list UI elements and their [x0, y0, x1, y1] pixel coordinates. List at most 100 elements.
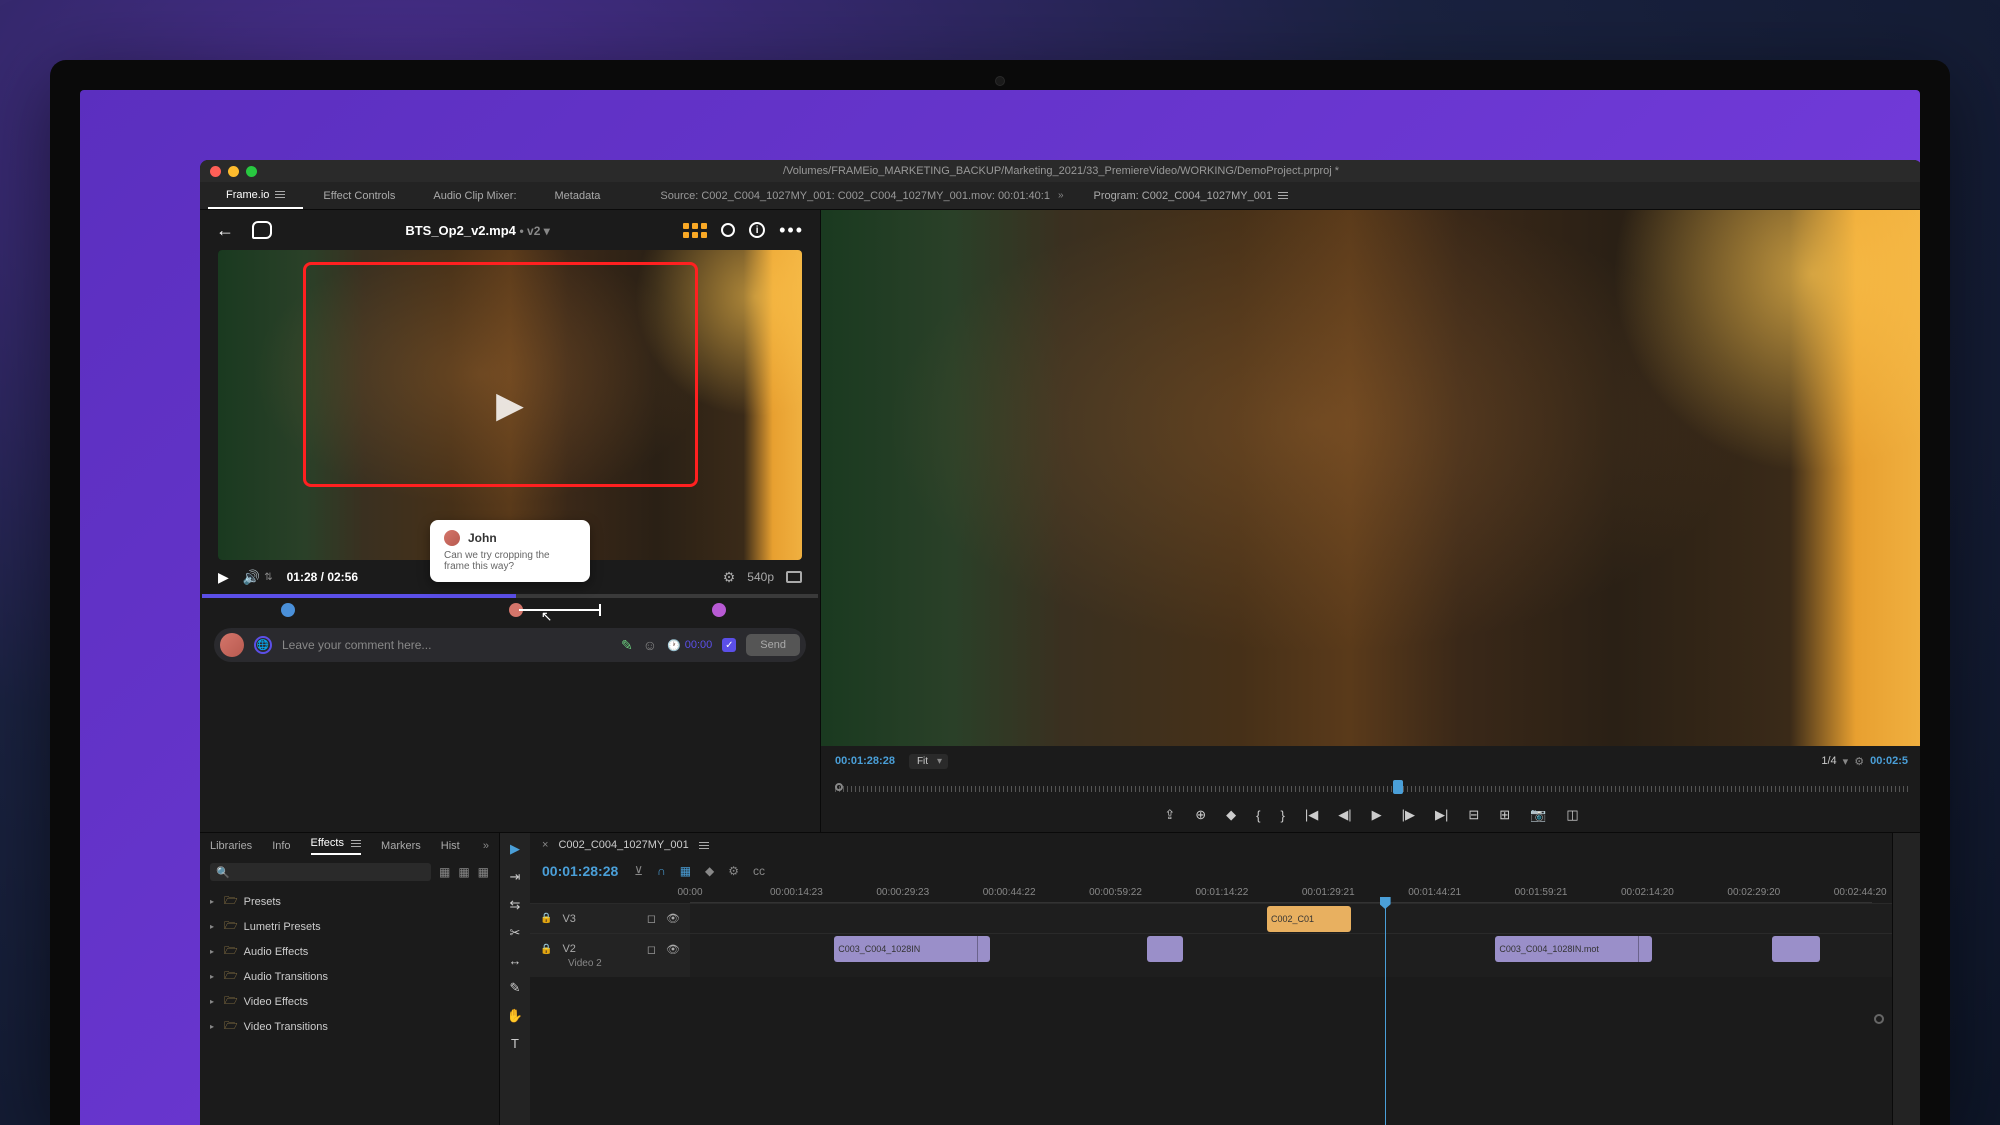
overflow-icon[interactable]: » — [483, 840, 489, 852]
video-clip[interactable]: C002_C01 — [1267, 906, 1351, 932]
program-timecode[interactable]: 00:01:28:28 — [835, 755, 895, 767]
mark-out-icon[interactable]: } — [1281, 808, 1285, 823]
tab-info[interactable]: Info — [272, 840, 290, 852]
tree-item-lumetri[interactable]: ▸🗁Lumetri Presets — [210, 914, 489, 939]
panel-menu-icon[interactable] — [699, 842, 709, 849]
toggle-sync-icon[interactable]: 👁 — [666, 943, 680, 956]
program-video[interactable] — [821, 210, 1920, 746]
razor-tool-icon[interactable]: ✂ — [510, 925, 521, 941]
gear-icon[interactable]: ⚙ — [1854, 755, 1864, 768]
tree-item-presets[interactable]: ▸🗁Presets — [210, 889, 489, 914]
tree-item-video-transitions[interactable]: ▸🗁Video Transitions — [210, 1014, 489, 1039]
filter-icon[interactable]: ▦ — [458, 865, 469, 879]
progress-bar[interactable] — [202, 594, 818, 598]
tree-item-video-effects[interactable]: ▸🗁Video Effects — [210, 989, 489, 1014]
comment-marker[interactable] — [712, 603, 726, 617]
timestamp-check[interactable]: ✓ — [722, 638, 736, 652]
export-frame-icon[interactable]: ⇪ — [1164, 807, 1175, 823]
timeline-timecode[interactable]: 00:01:28:28 — [542, 863, 618, 879]
comment-marker[interactable] — [281, 603, 295, 617]
filter-icon[interactable]: ▦ — [478, 865, 489, 879]
play-overlay-icon[interactable]: ▶ — [496, 384, 524, 426]
comments-icon[interactable] — [252, 221, 272, 239]
maximize-window-button[interactable] — [246, 166, 257, 177]
tab-effects[interactable]: Effects — [311, 837, 362, 855]
go-to-in-icon[interactable]: |◀ — [1305, 807, 1318, 823]
extract-icon[interactable]: ⊞ — [1499, 807, 1510, 823]
toggle-output-icon[interactable]: ◻ — [647, 943, 656, 956]
timestamp-toggle[interactable]: 🕐 00:00 — [667, 639, 712, 652]
tab-frameio[interactable]: Frame.io — [208, 182, 303, 209]
lock-icon[interactable]: 🔒 — [540, 944, 552, 955]
program-scrubber[interactable] — [835, 776, 1908, 798]
lift-icon[interactable]: ⊟ — [1468, 807, 1479, 823]
resolution-label[interactable]: 540p — [747, 570, 774, 584]
visibility-icon[interactable]: 🌐 — [254, 636, 272, 654]
video-clip[interactable] — [1772, 936, 1820, 962]
ripple-tool-icon[interactable]: ⇆ — [510, 897, 521, 913]
send-button[interactable]: Send — [746, 634, 800, 656]
snap-icon[interactable]: ⊻ — [634, 864, 643, 878]
mark-in-icon[interactable]: { — [1256, 808, 1260, 823]
overflow-chevron-icon[interactable]: » — [1058, 190, 1064, 201]
linked-selection-icon[interactable]: ∩ — [657, 864, 666, 878]
effects-search-input[interactable]: 🔍 — [210, 863, 431, 881]
step-back-icon[interactable]: ◀| — [1338, 807, 1351, 823]
emoji-icon[interactable]: ☺ — [643, 637, 657, 653]
annotate-icon[interactable]: ✎ — [621, 637, 633, 654]
close-sequence-icon[interactable]: × — [542, 839, 548, 851]
captions-icon[interactable]: cc — [753, 864, 765, 878]
comparison-icon[interactable]: ◫ — [1566, 807, 1578, 823]
track-select-tool-icon[interactable]: ⇥ — [510, 869, 521, 885]
tab-program[interactable]: Program: C002_C004_1027MY_001 — [1076, 182, 1307, 209]
step-forward-icon[interactable]: |▶ — [1402, 807, 1415, 823]
more-menu-icon[interactable]: ••• — [779, 220, 804, 241]
selection-tool-icon[interactable]: ▶ — [510, 841, 520, 857]
video-clip[interactable] — [1147, 936, 1183, 962]
play-icon[interactable]: ▶ — [1372, 807, 1382, 823]
type-tool-icon[interactable]: T — [511, 1036, 519, 1051]
volume-button[interactable]: 🔊 ⇅ — [243, 569, 273, 586]
record-icon[interactable] — [721, 223, 735, 237]
version-selector[interactable]: • v2 ▾ — [520, 224, 550, 238]
slip-tool-icon[interactable]: ↔ — [509, 953, 522, 968]
video-clip[interactable]: C003_C004_1028IN — [834, 936, 990, 962]
track-header-v3[interactable]: 🔒 V3 ◻ 👁 — [530, 904, 690, 933]
toggle-sync-icon[interactable]: 👁 — [666, 912, 680, 925]
tree-item-audio-effects[interactable]: ▸🗁Audio Effects — [210, 939, 489, 964]
tree-item-audio-transitions[interactable]: ▸🗁Audio Transitions — [210, 964, 489, 989]
track-v2-body[interactable]: C003_C004_1028IN C003_C004_1028IN.mot — [690, 934, 1892, 977]
zoom-fit-select[interactable]: Fit — [909, 754, 948, 769]
panel-menu-icon[interactable] — [1278, 192, 1288, 199]
tab-markers[interactable]: Markers — [381, 840, 421, 852]
resolution-fraction[interactable]: 1/4 — [1821, 755, 1836, 767]
sequence-name[interactable]: C002_C004_1027MY_001 — [558, 839, 688, 851]
tab-effect-controls[interactable]: Effect Controls — [305, 182, 413, 209]
toggle-output-icon[interactable]: ◻ — [647, 912, 656, 925]
settings-icon[interactable]: ⚙ — [728, 864, 739, 878]
panel-menu-icon[interactable] — [275, 191, 285, 198]
program-playhead[interactable] — [1393, 780, 1403, 794]
range-selection[interactable] — [519, 609, 599, 611]
lock-icon[interactable]: 🔒 — [540, 913, 552, 924]
tab-history[interactable]: Hist — [441, 840, 460, 852]
insert-icon[interactable]: ⊕ — [1195, 807, 1206, 823]
track-v3-body[interactable]: C002_C01 — [690, 904, 1892, 933]
go-to-out-icon[interactable]: ▶| — [1435, 807, 1448, 823]
close-window-button[interactable] — [210, 166, 221, 177]
add-marker-icon[interactable]: ◆ — [705, 864, 714, 878]
hand-tool-icon[interactable]: ✋ — [507, 1008, 523, 1024]
play-button[interactable]: ▶ — [218, 569, 229, 586]
marker-icon[interactable]: ◆ — [1226, 807, 1236, 823]
timeline-ruler[interactable]: 00:00 00:00:14:23 00:00:29:23 00:00:44:2… — [690, 885, 1872, 903]
back-button[interactable]: ← — [216, 220, 234, 241]
video-clip[interactable]: C003_C004_1028IN.mot — [1495, 936, 1651, 962]
comment-input[interactable]: Leave your comment here... — [282, 638, 611, 652]
camera-icon[interactable]: 📷 — [1530, 807, 1546, 823]
minimize-window-button[interactable] — [228, 166, 239, 177]
track-header-v2[interactable]: 🔒 V2 ◻ 👁 Video 2 — [530, 934, 690, 977]
marker-icon[interactable]: ▦ — [680, 864, 691, 878]
tab-audio-clip-mixer[interactable]: Audio Clip Mixer: — [415, 182, 534, 209]
fullscreen-icon[interactable] — [786, 571, 802, 583]
video-preview[interactable]: ▶ — [218, 250, 802, 560]
